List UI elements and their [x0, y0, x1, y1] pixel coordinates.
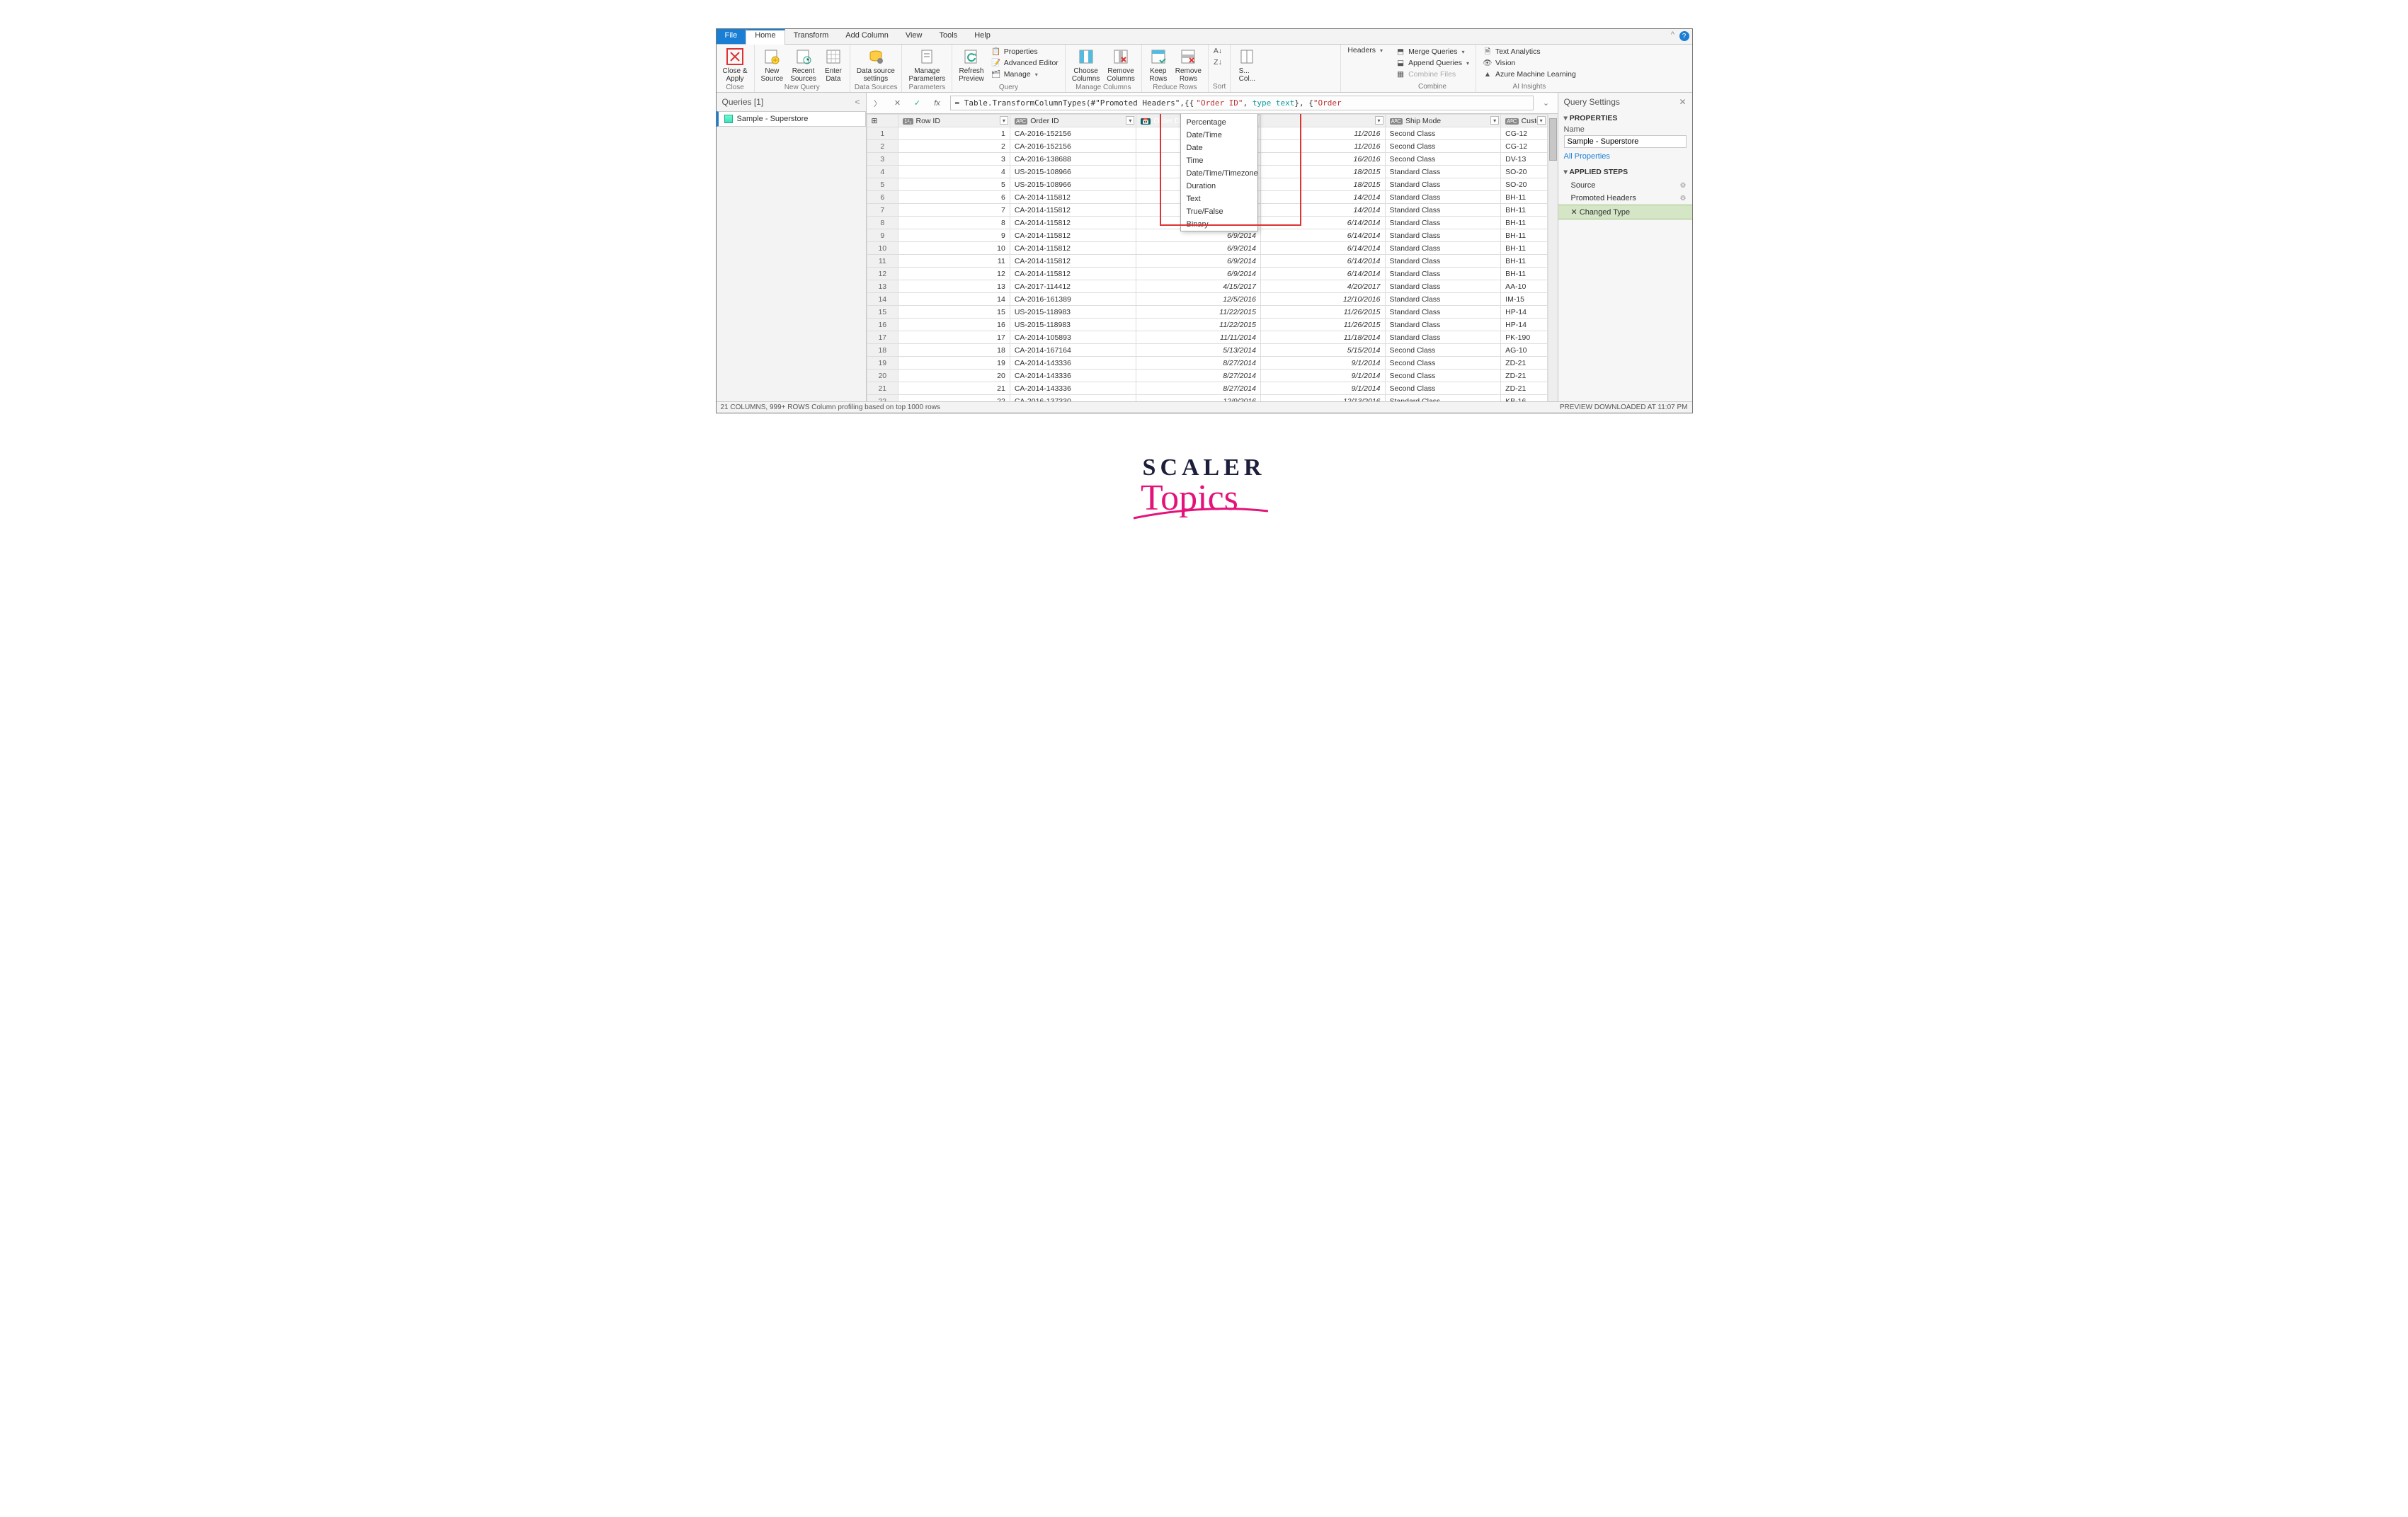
split-column-button[interactable]: S...Col...	[1235, 46, 1259, 84]
datatype-option-time[interactable]: Time	[1181, 154, 1257, 167]
query-item[interactable]: Sample - Superstore	[717, 111, 866, 127]
row-index-header[interactable]: ⊞	[867, 115, 898, 127]
aml-button[interactable]: ▲Azure Machine Learning	[1480, 69, 1578, 80]
formula-commit-icon[interactable]: ✓	[911, 96, 925, 110]
table-row[interactable]: 1616US-2015-11898311/22/201511/26/2015St…	[867, 319, 1547, 331]
menu-file[interactable]: File	[717, 29, 746, 44]
properties-section[interactable]: PROPERTIES	[1558, 111, 1692, 125]
menu-help[interactable]: Help	[966, 29, 999, 44]
gear-icon[interactable]: ⚙	[1680, 182, 1687, 190]
ribbon: Close & Apply Close New Source Recent So…	[717, 45, 1692, 93]
datatype-option-true-false[interactable]: True/False	[1181, 205, 1257, 218]
column-header-custo[interactable]: AᴮCCusto▾	[1501, 115, 1548, 127]
choose-columns-button[interactable]: Choose Columns	[1070, 46, 1102, 84]
formula-expand-icon[interactable]: ⌄	[1539, 96, 1553, 110]
ribbon-collapse-icon[interactable]: ^	[1667, 29, 1679, 44]
datatype-option-text[interactable]: Text	[1181, 193, 1257, 205]
applied-step-changed-type[interactable]: ✕ Changed Type	[1558, 205, 1692, 219]
sort-descending-button[interactable]: Z↓	[1213, 57, 1223, 67]
manage-parameters-button[interactable]: Manage Parameters	[906, 46, 947, 84]
watermark-topics: Topics	[1141, 478, 1238, 518]
menu-view[interactable]: View	[897, 29, 931, 44]
advanced-editor-button[interactable]: 📝Advanced Editor	[989, 57, 1061, 69]
vision-button[interactable]: 👁Vision	[1480, 57, 1578, 69]
close-settings-icon[interactable]: ✕	[1679, 97, 1686, 107]
merge-queries-button[interactable]: ⬒Merge Queries	[1393, 46, 1471, 57]
menu-tools[interactable]: Tools	[931, 29, 966, 44]
table-row[interactable]: 1919CA-2014-1433368/27/20149/1/2014Secon…	[867, 357, 1547, 370]
data-source-settings-button[interactable]: Data source settings	[855, 46, 897, 84]
combine-files-button[interactable]: ▦Combine Files	[1393, 69, 1471, 80]
table-row[interactable]: 1313CA-2017-1144124/15/20174/20/2017Stan…	[867, 280, 1547, 293]
remove-columns-button[interactable]: Remove Columns	[1105, 46, 1136, 84]
menubar: File HomeTransformAdd ColumnViewToolsHel…	[717, 29, 1692, 45]
column-filter-icon[interactable]: ▾	[1000, 116, 1008, 125]
menu-transform[interactable]: Transform	[785, 29, 838, 44]
column-filter-icon[interactable]: ▾	[1537, 116, 1546, 125]
table-icon	[724, 115, 733, 123]
column-header-row-id[interactable]: 1²₃Row ID▾	[898, 115, 1010, 127]
applied-step-source[interactable]: Source⚙	[1558, 179, 1692, 192]
data-preview: 〉 ✕ ✓ fx = Table.TransformColumnTypes(#"…	[867, 93, 1558, 401]
expand-pane-icon[interactable]: 〉	[871, 96, 885, 110]
menu-home[interactable]: Home	[746, 29, 784, 45]
sort-ascending-button[interactable]: A↓	[1213, 46, 1223, 56]
formula-cancel-icon[interactable]: ✕	[891, 96, 905, 110]
column-header-order-id[interactable]: AᴮCOrder ID▾	[1010, 115, 1136, 127]
datatype-option-date[interactable]: Date	[1181, 142, 1257, 154]
all-properties-link[interactable]: All Properties	[1558, 152, 1692, 165]
queries-title: Queries [1]	[722, 97, 764, 107]
fx-icon[interactable]: fx	[930, 96, 945, 110]
append-queries-button[interactable]: ⬓Append Queries	[1393, 57, 1471, 69]
help-icon[interactable]: ?	[1679, 31, 1689, 41]
column-header-ship-date[interactable]: ▾	[1260, 115, 1385, 127]
data-type-menu: Decimal NumberFixed decimal numberWhole …	[1180, 114, 1258, 231]
applied-steps-section[interactable]: APPLIED STEPS	[1558, 165, 1692, 179]
table-row[interactable]: 1818CA-2014-1671645/13/20145/15/2014Seco…	[867, 344, 1547, 357]
status-bar: 21 COLUMNS, 999+ ROWS Column profiling b…	[717, 401, 1692, 413]
query-settings-pane: Query Settings✕ PROPERTIES Name All Prop…	[1558, 93, 1692, 401]
refresh-preview-button[interactable]: Refresh Preview	[957, 46, 986, 84]
recent-sources-button[interactable]: Recent Sources	[788, 46, 818, 84]
table-row[interactable]: 1010CA-2014-1158126/9/20146/14/2014Stand…	[867, 242, 1547, 255]
table-row[interactable]: 1212CA-2014-1158126/9/20146/14/2014Stand…	[867, 268, 1547, 280]
formula-input[interactable]: = Table.TransformColumnTypes(#"Promoted …	[950, 96, 1534, 110]
column-filter-icon[interactable]: ▾	[1490, 116, 1499, 125]
datatype-option-date-time[interactable]: Date/Time	[1181, 129, 1257, 142]
close-apply-button[interactable]: Close & Apply	[721, 46, 750, 84]
collapse-pane-icon[interactable]: <	[855, 97, 860, 107]
enter-data-button[interactable]: Enter Data	[821, 46, 845, 84]
datatype-option-percentage[interactable]: Percentage	[1181, 116, 1257, 129]
formula-bar: 〉 ✕ ✓ fx = Table.TransformColumnTypes(#"…	[867, 93, 1558, 114]
menu-add-column[interactable]: Add Column	[837, 29, 897, 44]
vertical-scrollbar[interactable]	[1548, 114, 1558, 401]
table-row[interactable]: 2222CA-2016-13733012/9/201612/13/2016Sta…	[867, 395, 1547, 402]
headers-button[interactable]: Headers	[1345, 46, 1385, 55]
table-row[interactable]: 1414CA-2016-16138912/5/201612/10/2016Sta…	[867, 293, 1547, 306]
datatype-option-duration[interactable]: Duration	[1181, 180, 1257, 193]
queries-pane: Queries [1] < Sample - Superstore	[717, 93, 867, 401]
datatype-option-date-time-timezone[interactable]: Date/Time/Timezone	[1181, 167, 1257, 180]
manage-button[interactable]: 🗂Manage	[989, 69, 1061, 80]
column-header-ship-mode[interactable]: AᴮCShip Mode▾	[1385, 115, 1501, 127]
table-row[interactable]: 1717CA-2014-10589311/11/201411/18/2014St…	[867, 331, 1547, 344]
query-name-input[interactable]	[1564, 135, 1687, 148]
datatype-option-binary[interactable]: Binary	[1181, 218, 1257, 231]
table-row[interactable]: 1515US-2015-11898311/22/201511/26/2015St…	[867, 306, 1547, 319]
text-analytics-button[interactable]: 🗎Text Analytics	[1480, 46, 1578, 57]
table-row[interactable]: 2020CA-2014-1433368/27/20149/1/2014Secon…	[867, 370, 1547, 382]
keep-rows-button[interactable]: Keep Rows	[1146, 46, 1170, 84]
new-source-button[interactable]: New Source	[759, 46, 786, 84]
gear-icon[interactable]: ⚙	[1680, 195, 1687, 202]
power-query-editor: File HomeTransformAdd ColumnViewToolsHel…	[716, 28, 1693, 413]
name-label: Name	[1558, 125, 1692, 135]
properties-button[interactable]: 📋Properties	[989, 46, 1061, 57]
table-row[interactable]: 2121CA-2014-1433368/27/20149/1/2014Secon…	[867, 382, 1547, 395]
column-filter-icon[interactable]: ▾	[1126, 116, 1134, 125]
table-row[interactable]: 1111CA-2014-1158126/9/20146/14/2014Stand…	[867, 255, 1547, 268]
applied-step-promoted-headers[interactable]: Promoted Headers⚙	[1558, 192, 1692, 205]
watermark: SCALER Topics	[716, 456, 1693, 527]
remove-rows-button[interactable]: Remove Rows	[1173, 46, 1204, 84]
column-filter-icon[interactable]: ▾	[1375, 116, 1383, 125]
